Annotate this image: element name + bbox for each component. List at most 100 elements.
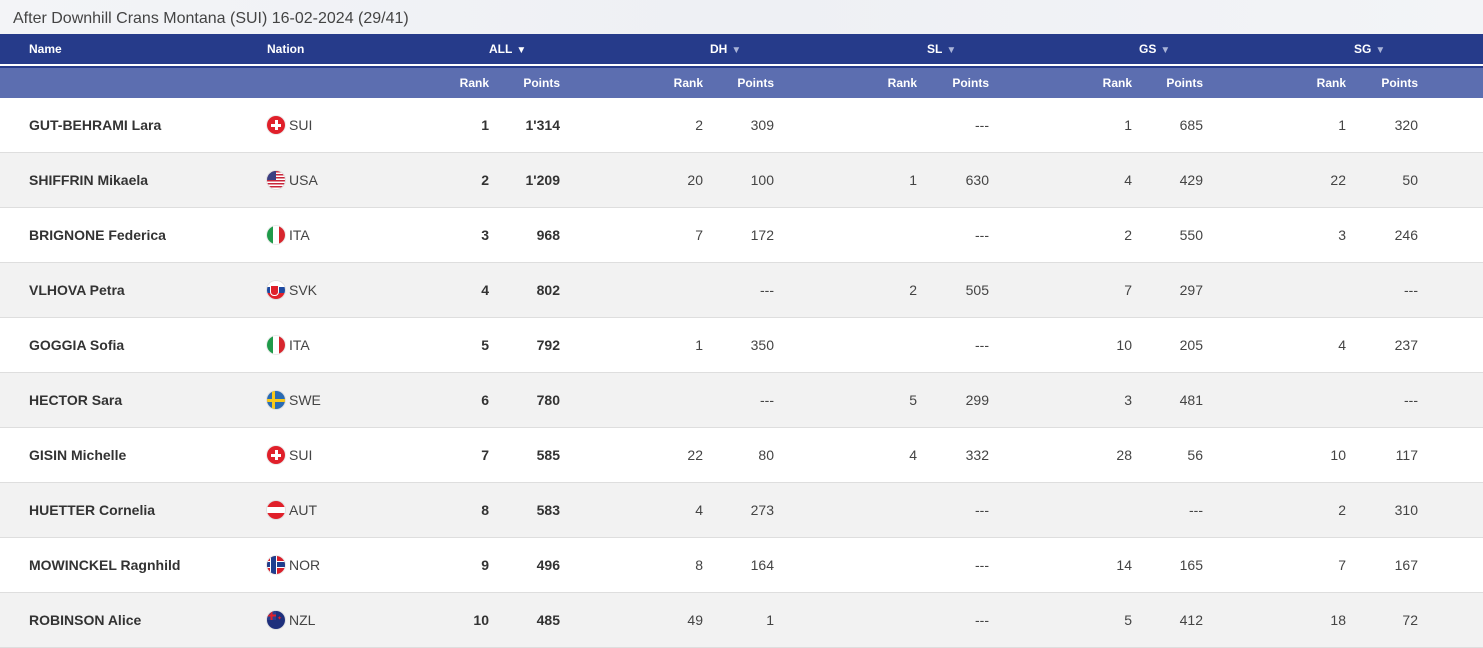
athlete-name[interactable]: BRIGNONE Federica	[29, 227, 166, 243]
sg-points: 320	[1394, 117, 1418, 133]
athlete-name[interactable]: GUT-BEHRAMI Lara	[29, 117, 161, 133]
all-points: 968	[536, 227, 560, 243]
subheader-rank-all: Rank	[459, 76, 489, 90]
all-points: 485	[536, 612, 560, 628]
nation-cell: SWE	[267, 391, 321, 409]
subheader-points-all: Points	[523, 76, 560, 90]
table-row[interactable]: HUETTER Cornelia AUT 8 583 4 273 --- ---…	[0, 483, 1483, 538]
nation-code: NZL	[289, 612, 316, 628]
discipline-sort-dh[interactable]: DH ▼	[710, 42, 741, 56]
gs-points: 429	[1179, 172, 1203, 188]
dh-points: ---	[760, 282, 774, 298]
athlete-name[interactable]: HECTOR Sara	[29, 392, 122, 408]
table-row[interactable]: BRIGNONE Federica ITA 3 968 7 172 --- 2 …	[0, 208, 1483, 263]
subheader-rank-gs: Rank	[1102, 76, 1132, 90]
table-row[interactable]: GUT-BEHRAMI Lara SUI 1 1'314 2 309 --- 1…	[0, 98, 1483, 153]
dh-points: 164	[750, 557, 774, 573]
discipline-label-gs: GS	[1139, 42, 1157, 56]
flag-svk-icon	[267, 281, 285, 299]
dh-points: 273	[750, 502, 774, 518]
discipline-label-sl: SL	[927, 42, 943, 56]
all-rank: 9	[481, 557, 489, 573]
all-rank: 6	[481, 392, 489, 408]
table-header-disciplines: Name Nation ALL ▼ DH ▼ SL ▼ GS ▼ SG ▼	[0, 34, 1483, 64]
gs-rank: 5	[1124, 612, 1132, 628]
all-rank: 3	[481, 227, 489, 243]
nation-cell: ITA	[267, 336, 310, 354]
table-row[interactable]: VLHOVA Petra SVK 4 802 --- 2 505 7 297 -…	[0, 263, 1483, 318]
sg-rank: 10	[1330, 447, 1346, 463]
sg-points: 167	[1394, 557, 1418, 573]
gs-rank: 14	[1116, 557, 1132, 573]
sl-rank: 2	[909, 282, 917, 298]
dh-rank: 20	[687, 172, 703, 188]
gs-rank: 28	[1116, 447, 1132, 463]
table-row[interactable]: MOWINCKEL Ragnhild NOR 9 496 8 164 --- 1…	[0, 538, 1483, 593]
discipline-label-sg: SG	[1354, 42, 1372, 56]
column-header-nation: Nation	[267, 42, 305, 56]
nation-cell: AUT	[267, 501, 317, 519]
gs-points: 685	[1179, 117, 1203, 133]
dh-rank: 1	[695, 337, 703, 353]
nation-code: AUT	[289, 502, 317, 518]
nation-cell: NOR	[267, 556, 320, 574]
sort-arrow-icon: ▼	[731, 45, 742, 56]
discipline-label-all: ALL	[489, 42, 513, 56]
subheader-points-dh: Points	[737, 76, 774, 90]
sort-arrow-icon: ▼	[516, 45, 527, 56]
table-row[interactable]: GISIN Michelle SUI 7 585 22 80 4 332 28 …	[0, 428, 1483, 483]
table-row[interactable]: HECTOR Sara SWE 6 780 --- 5 299 3 481 --…	[0, 373, 1483, 428]
flag-sui-icon	[267, 446, 285, 464]
nation-cell: SUI	[267, 446, 312, 464]
all-rank: 4	[481, 282, 489, 298]
athlete-name[interactable]: MOWINCKEL Ragnhild	[29, 557, 180, 573]
flag-nzl-icon	[267, 611, 285, 629]
dh-rank: 4	[695, 502, 703, 518]
sl-rank: 4	[909, 447, 917, 463]
athlete-name[interactable]: GOGGIA Sofia	[29, 337, 124, 353]
gs-rank: 10	[1116, 337, 1132, 353]
standings-table-body: GUT-BEHRAMI Lara SUI 1 1'314 2 309 --- 1…	[0, 98, 1483, 648]
discipline-sort-sg[interactable]: SG ▼	[1354, 42, 1385, 56]
athlete-name[interactable]: ROBINSON Alice	[29, 612, 141, 628]
dh-rank: 7	[695, 227, 703, 243]
discipline-sort-sl[interactable]: SL ▼	[927, 42, 956, 56]
table-row[interactable]: GOGGIA Sofia ITA 5 792 1 350 --- 10 205 …	[0, 318, 1483, 373]
discipline-label-dh: DH	[710, 42, 728, 56]
table-header-subcolumns: Rank Points Rank Points Rank Points Rank…	[0, 68, 1483, 98]
athlete-name[interactable]: HUETTER Cornelia	[29, 502, 155, 518]
gs-rank: 7	[1124, 282, 1132, 298]
flag-usa-icon	[267, 171, 285, 189]
gs-points: 412	[1179, 612, 1203, 628]
sort-arrow-icon: ▼	[1160, 45, 1171, 56]
table-row[interactable]: ROBINSON Alice NZL 10 485 49 1 --- 5 412…	[0, 593, 1483, 648]
sg-rank: 22	[1330, 172, 1346, 188]
athlete-name[interactable]: SHIFFRIN Mikaela	[29, 172, 148, 188]
dh-rank: 2	[695, 117, 703, 133]
gs-points: ---	[1189, 502, 1203, 518]
subheader-points-sg: Points	[1381, 76, 1418, 90]
sg-rank: 3	[1338, 227, 1346, 243]
gs-rank: 3	[1124, 392, 1132, 408]
sl-points: ---	[975, 502, 989, 518]
athlete-name[interactable]: VLHOVA Petra	[29, 282, 125, 298]
gs-points: 56	[1187, 447, 1203, 463]
sg-points: 237	[1394, 337, 1418, 353]
table-row[interactable]: SHIFFRIN Mikaela USA 2 1'209 20 100 1 63…	[0, 153, 1483, 208]
sg-rank: 2	[1338, 502, 1346, 518]
all-points: 780	[536, 392, 560, 408]
athlete-name[interactable]: GISIN Michelle	[29, 447, 126, 463]
discipline-sort-all[interactable]: ALL ▼	[489, 42, 526, 56]
all-rank: 5	[481, 337, 489, 353]
gs-points: 297	[1179, 282, 1203, 298]
gs-rank: 4	[1124, 172, 1132, 188]
dh-rank: 22	[687, 447, 703, 463]
gs-rank: 2	[1124, 227, 1132, 243]
flag-ita-icon	[267, 226, 285, 244]
discipline-sort-gs[interactable]: GS ▼	[1139, 42, 1170, 56]
all-points: 585	[536, 447, 560, 463]
subheader-rank-sl: Rank	[887, 76, 917, 90]
sl-rank: 1	[909, 172, 917, 188]
sg-points: 117	[1395, 447, 1418, 463]
sl-points: ---	[975, 612, 989, 628]
